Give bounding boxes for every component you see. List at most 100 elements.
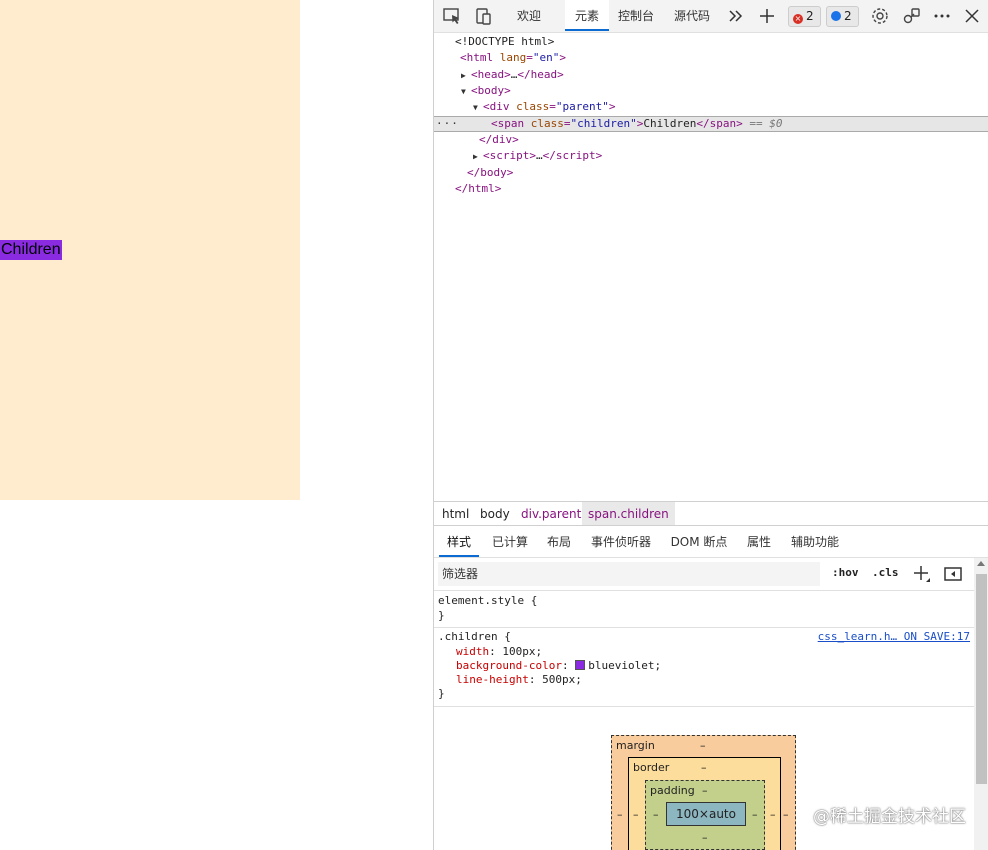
div-close-name: div [492, 133, 513, 146]
subtab-event-listeners[interactable]: 事件侦听器 [587, 527, 655, 557]
margin-right-value[interactable]: – [783, 808, 789, 821]
body-close-name: body [480, 166, 507, 179]
subtab-styles[interactable]: 样式 [439, 527, 479, 557]
subtab-computed[interactable]: 已计算 [488, 527, 532, 557]
border-left-value[interactable]: – [633, 808, 639, 821]
crumb-html[interactable]: html [436, 502, 475, 525]
color-swatch[interactable] [575, 660, 586, 670]
padding-bottom-value[interactable]: – [702, 831, 708, 844]
errors-count: 2 [806, 9, 814, 23]
head-close-name: head [530, 68, 558, 81]
span-close-name: span [709, 117, 737, 130]
errors-badge[interactable]: × 2 [788, 6, 821, 27]
decl-value: 100px; [502, 645, 543, 658]
box-model: margin – – – border – – – padding – – – … [434, 708, 974, 850]
html-attr-val: "en" [532, 51, 560, 64]
styles-filter-input[interactable] [438, 562, 820, 586]
html-attr-name: lang [499, 51, 527, 64]
decl-prop: background-color [456, 659, 562, 672]
decl-prop: line-height [456, 673, 529, 686]
more-icon[interactable] [932, 7, 954, 29]
cls-toggle[interactable]: .cls [872, 566, 899, 579]
subtab-layout[interactable]: 布局 [543, 527, 575, 557]
dom-html-close[interactable]: </html> [434, 181, 988, 197]
dom-script[interactable]: ▶ <script>…</script> [434, 148, 988, 164]
decl-background-color[interactable]: background-color: blueviolet; [456, 659, 661, 673]
decl-width[interactable]: width: 100px; [456, 645, 542, 659]
collapse-triangle-icon[interactable]: ▼ [473, 100, 483, 116]
inspect-icon[interactable] [442, 6, 464, 28]
div-attr-name: class [516, 100, 550, 113]
node-actions-icon[interactable]: ··· [436, 117, 459, 131]
error-icon: × [793, 14, 803, 24]
children-rule[interactable]: .children { css_learn.h… ON SAVE:17 widt… [434, 628, 974, 707]
new-style-rule-icon[interactable] [912, 564, 934, 586]
tab-welcome[interactable]: 欢迎 [508, 0, 550, 31]
html-close-name: html [468, 182, 495, 195]
script-ellipsis: … [536, 149, 543, 162]
decl-value: 500px; [542, 673, 582, 686]
element-style-selector[interactable]: element.style { [438, 594, 537, 608]
watermark: @稀土掘金技术社区 [813, 807, 966, 827]
box-model-padding[interactable]: padding – – – – 100×auto [645, 780, 765, 850]
scrollbar-thumb[interactable] [976, 574, 987, 784]
margin-top-value[interactable]: – [700, 739, 706, 752]
span-attr-name: class [530, 117, 564, 130]
span-tag-name: span [497, 117, 525, 130]
device-toggle-icon[interactable] [474, 6, 496, 28]
selected-marker: == $0 [749, 117, 783, 130]
dom-html-open[interactable]: <html lang="en"> [434, 50, 988, 66]
subtab-dom-breakpoints[interactable]: DOM 断点 [668, 527, 730, 557]
element-style-close: } [438, 609, 445, 622]
children-selector[interactable]: .children { [438, 630, 511, 644]
expand-triangle-icon[interactable]: ▶ [461, 68, 471, 84]
add-tab-icon[interactable] [758, 7, 780, 29]
hov-toggle[interactable]: :hov [832, 566, 859, 579]
tab-elements[interactable]: 元素 [565, 0, 609, 31]
dom-doctype[interactable]: <!DOCTYPE html> [434, 34, 988, 50]
subtab-properties[interactable]: 属性 [743, 527, 775, 557]
tab-console[interactable]: 控制台 [614, 0, 658, 31]
box-model-content[interactable]: 100×auto [666, 802, 746, 826]
toggle-sidebar-icon[interactable] [943, 564, 965, 586]
message-icon [831, 11, 841, 21]
styles-scrollbar[interactable] [974, 558, 988, 850]
margin-left-value[interactable]: – [617, 808, 623, 821]
padding-left-value[interactable]: – [653, 808, 659, 821]
dom-head[interactable]: ▶ <head>…</head> [434, 67, 988, 83]
filter-row: :hov .cls [434, 558, 974, 591]
tab-sources[interactable]: 源代码 [670, 0, 714, 31]
decl-line-height[interactable]: line-height: 500px; [456, 673, 582, 687]
collapse-triangle-icon[interactable]: ▼ [461, 84, 471, 100]
dom-span-selected[interactable]: ··· <span class="children">Children</spa… [434, 116, 988, 132]
dom-body-open[interactable]: ▼ <body> [434, 83, 988, 99]
crumb-body[interactable]: body [474, 502, 516, 525]
box-model-border[interactable]: border – – – padding – – – – 100×auto [628, 757, 781, 850]
div-attr-val: "parent" [555, 100, 609, 113]
padding-top-value[interactable]: – [702, 784, 708, 797]
more-tabs-icon[interactable] [727, 7, 749, 29]
crumb-span-children[interactable]: span.children [582, 502, 675, 525]
dom-div-open[interactable]: ▼ <div class="parent"> [434, 99, 988, 115]
border-top-value[interactable]: – [701, 761, 707, 774]
parent-div: Children [0, 0, 300, 500]
breadcrumb: html body div.parent span.children [434, 501, 988, 526]
subtab-accessibility[interactable]: 辅助功能 [787, 527, 843, 557]
head-tag-name: head [477, 68, 505, 81]
script-tag-name: script [489, 149, 530, 162]
rule-source-link[interactable]: css_learn.h… ON SAVE:17 [818, 630, 970, 643]
styles-subtabs: 样式 已计算 布局 事件侦听器 DOM 断点 属性 辅助功能 [434, 527, 988, 558]
connect-icon[interactable] [902, 6, 924, 28]
dom-body-close[interactable]: </body> [434, 165, 988, 181]
scroll-up-arrow-icon[interactable] [977, 561, 985, 566]
dom-div-close[interactable]: </div> [434, 132, 988, 148]
crumb-div-parent[interactable]: div.parent [515, 502, 587, 525]
padding-right-value[interactable]: – [752, 808, 758, 821]
messages-badge[interactable]: 2 [826, 6, 859, 27]
box-model-margin[interactable]: margin – – – border – – – padding – – – … [611, 735, 796, 850]
expand-triangle-icon[interactable]: ▶ [473, 149, 483, 165]
border-right-value[interactable]: – [770, 808, 776, 821]
element-style-rule[interactable]: element.style { } [434, 591, 974, 628]
settings-icon[interactable] [870, 6, 892, 28]
close-icon[interactable] [963, 7, 985, 29]
